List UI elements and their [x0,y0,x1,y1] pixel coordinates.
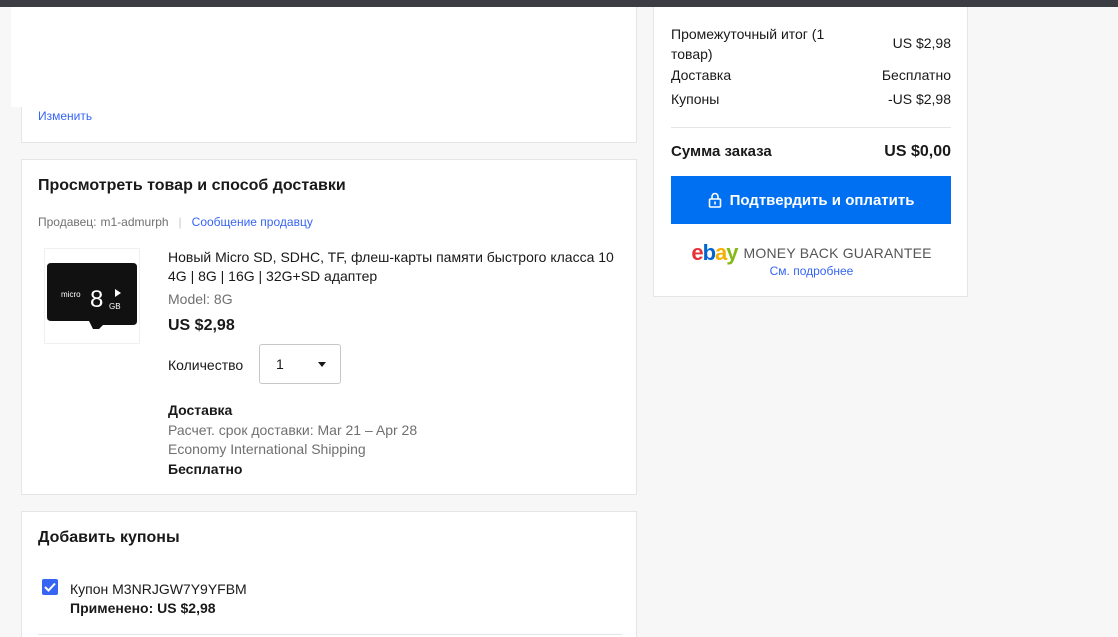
quantity-select[interactable]: 1 [259,344,341,384]
shipping-summary-row: Доставка Бесплатно [671,67,951,83]
order-total-label: Сумма заказа [671,143,772,160]
coupon-divider [38,634,622,635]
coupons-summary-value: -US $2,98 [887,91,951,107]
browser-top-bar [0,0,1118,7]
coupon-applied-value: US $2,98 [157,600,216,616]
guarantee-text: MONEY BACK GUARANTEE [743,245,932,261]
money-back-guarantee: ebay MONEY BACK GUARANTEE [654,240,969,266]
quantity-value: 1 [276,356,284,372]
ebay-logo: ebay [691,240,738,265]
confirm-and-pay-button[interactable]: Подтвердить и оплатить [671,176,951,224]
shipping-cost: Бесплатно [168,461,243,477]
order-total-row: Сумма заказа US $0,00 [671,143,951,161]
item-model: Model: 8G [168,291,233,307]
shipping-summary-label: Доставка [671,67,732,83]
coupon-name: Купон M3NRJGW7Y9YFBM [70,581,247,597]
chevron-down-icon [318,362,326,367]
shipping-estimate: Расчет. срок доставки: Mar 21 – Apr 28 [168,422,418,438]
item-image[interactable]: micro 8 GB [44,248,140,344]
contact-seller-link[interactable]: Сообщение продавцу [192,215,313,229]
item-title[interactable]: Новый Micro SD, SDHC, TF, флеш-карты пам… [168,248,623,286]
sd-card-icon: micro 8 GB [47,263,137,329]
subtotal-value: US $2,98 [892,35,951,51]
learn-more-link[interactable]: См. подробнее [654,264,969,278]
address-overlay [11,7,331,107]
coupons-section-title: Добавить купоны [38,529,180,546]
card-size-text: 8 [90,286,103,313]
seller-label: Продавец: [38,215,97,229]
shipping-method: Economy International Shipping [168,441,366,457]
lock-icon [708,192,722,208]
checkmark-icon [44,582,56,592]
review-item-card: Просмотреть товар и способ доставки Прод… [21,159,637,495]
order-summary-card: Промежуточный итог (1 товар) US $2,98 До… [653,7,968,297]
coupons-summary-row: Купоны -US $2,98 [671,91,951,107]
confirm-and-pay-label: Подтвердить и оплатить [729,191,915,209]
shipping-address-card: Изменить [11,7,637,143]
card-brand-text: micro [61,290,81,299]
coupon-applied: Применено: US $2,98 [70,600,216,616]
seller-name: m1-admurph [100,215,169,229]
shipping-label: Доставка [168,402,233,418]
subtotal-label: Промежуточный итог (1 товар) [671,26,825,62]
seller-separator: | [178,215,182,229]
order-total-value: US $0,00 [884,143,951,160]
seller-row: Продавец: m1-admurph | Сообщение продавц… [38,215,313,229]
coupon-checkbox[interactable] [42,579,58,595]
card-unit-text: GB [109,302,121,311]
coupons-summary-label: Купоны [671,91,720,107]
subtotal-row: Промежуточный итог (1 товар) US $2,98 [671,24,951,64]
coupon-applied-label: Применено: [70,600,154,616]
shipping-summary-value: Бесплатно [881,67,951,83]
change-address-link[interactable]: Изменить [38,109,92,123]
summary-divider [671,127,951,128]
review-section-title: Просмотреть товар и способ доставки [38,177,346,194]
quantity-label: Количество [168,357,244,373]
item-price: US $2,98 [168,317,235,334]
coupons-card: Добавить купоны Купон M3NRJGW7Y9YFBM При… [21,511,637,637]
